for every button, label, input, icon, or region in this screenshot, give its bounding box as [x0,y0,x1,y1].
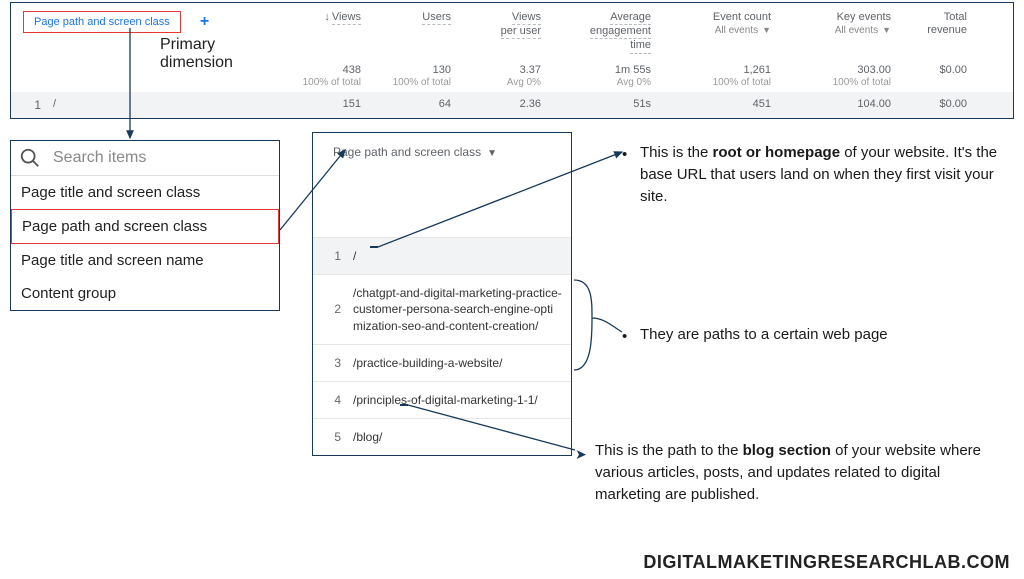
key-events-filter[interactable]: All events▼ [835,25,891,36]
col-views[interactable]: Views [332,11,361,25]
sum-users: 130 [433,64,451,76]
dimension-option[interactable]: Page title and screen class [11,176,279,209]
dimension-option[interactable]: Page title and screen name [11,244,279,277]
sum-rev: $0.00 [939,64,967,76]
table-row[interactable]: 1 / 151 64 2.36 51s 451 104.00 $0.00 [11,92,1013,118]
page-row-path: /practice-building-a-website/ [353,355,563,371]
sum-evc: 1,261 [743,64,771,76]
search-icon [19,147,41,169]
row-index: 1 [11,98,41,112]
page-row-index: 4 [321,393,341,407]
dimension-option-selected[interactable]: Page path and screen class [11,209,279,244]
page-row[interactable]: 5 /blog/ [313,418,571,455]
sum-vpu-pct: Avg 0% [507,77,541,88]
event-count-filter[interactable]: All events▼ [715,25,771,36]
sum-vpu: 3.37 [520,64,541,76]
row-users: 64 [361,98,451,110]
col-total-rev-l2: revenue [927,24,967,36]
row-avg-eng: 51s [541,98,651,110]
chevron-down-icon: ▼ [487,148,497,159]
row-views: 151 [271,98,361,110]
page-row[interactable]: 4 /principles-of-digital-marketing-1-1/ [313,381,571,418]
page-row[interactable]: 1 / [313,237,571,274]
col-avg-eng-l3: time [630,39,651,53]
sum-evc-pct: 100% of total [713,77,771,88]
col-views-per-user-l2: per user [501,25,541,39]
sum-views-pct: 100% of total [303,77,361,88]
chevron-down-icon: ▼ [762,25,771,35]
pages-list-heading[interactable]: Page path and screen class▼ [313,133,571,167]
col-event-count: Event count [713,11,771,23]
sum-avg-eng: 1m 55s [615,64,651,76]
page-row-path: /chatgpt-and-digital-marketing-practice-… [353,285,563,334]
sum-avg-eng-pct: Avg 0% [617,77,651,88]
page-row-index: 5 [321,430,341,444]
add-dimension-button[interactable]: + [200,13,209,31]
sort-desc-icon[interactable]: ↓ [324,11,330,24]
chevron-down-icon: ▼ [882,25,891,35]
col-key-events: Key events [837,11,891,23]
arrowhead-icon: ➤ [575,444,587,464]
search-input[interactable] [53,149,271,167]
row-key: 104.00 [771,98,891,110]
page-row-path: /principles-of-digital-marketing-1-1/ [353,392,563,408]
row-path: / [41,98,271,110]
annotation-blog: ➤ This is the path to the blog section o… [595,440,985,505]
row-vpu: 2.36 [451,98,541,110]
sum-key-pct: 100% of total [833,77,891,88]
sum-key: 303.00 [857,64,891,76]
row-rev: $0.00 [891,98,981,110]
row-evc: 451 [651,98,771,110]
dimension-option[interactable]: Content group [11,277,279,310]
col-total-rev-l1: Total [944,11,967,23]
annotation-root: • This is the root or homepage of your w… [640,142,1000,207]
primary-dimension-label: Primary dimension [160,36,233,72]
sum-views: 438 [343,64,361,76]
page-row-index: 3 [321,356,341,370]
col-views-per-user-l1: Views [512,11,541,25]
search-box[interactable] [11,141,279,176]
page-row-index: 1 [321,249,341,263]
page-row-index: 2 [321,302,341,316]
page-row[interactable]: 3 /practice-building-a-website/ [313,344,571,381]
dimension-pill[interactable]: Page path and screen class [23,11,181,33]
col-avg-eng-l2: engagement [590,25,651,39]
annotation-paths: • They are paths to a certain web page [640,324,980,346]
page-row[interactable]: 2 /chatgpt-and-digital-marketing-practic… [313,274,571,344]
dimension-picker: Page title and screen class Page path an… [10,140,280,311]
page-row-path: / [353,248,563,264]
page-row-path: /blog/ [353,429,563,445]
col-avg-eng-l1: Average [610,11,651,25]
sum-users-pct: 100% of total [393,77,451,88]
col-users[interactable]: Users [422,11,451,25]
pages-list-panel: Page path and screen class▼ 1 / 2 /chatg… [312,132,572,456]
watermark: DIGITALMAKETINGRESEARCHLAB.COM [643,552,1010,573]
